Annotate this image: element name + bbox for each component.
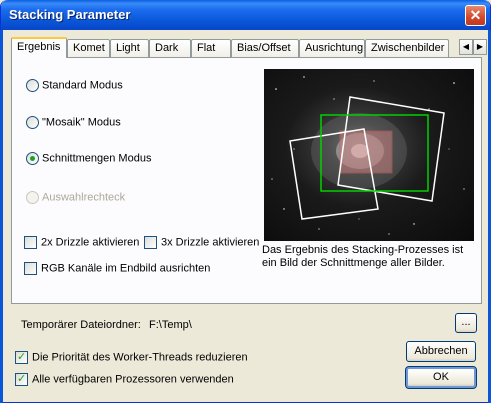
- radio-label: "Mosaik" Modus: [42, 116, 121, 129]
- radio-label: Auswahlrechteck: [42, 191, 126, 204]
- checkbox-label: 2x Drizzle aktivieren: [41, 236, 140, 249]
- radio-standard-mode[interactable]: Standard Modus: [26, 79, 123, 95]
- checkbox-box-checked[interactable]: [15, 350, 28, 364]
- title-bar: Stacking Parameter ✕: [1, 0, 490, 30]
- checkbox-box[interactable]: [24, 236, 37, 249]
- tab-light[interactable]: Light: [110, 39, 149, 57]
- radio-indicator[interactable]: [26, 79, 39, 92]
- checkbox-label: Alle verfügbaren Prozessoren verwenden: [32, 373, 234, 386]
- radio-label: Standard Modus: [42, 79, 123, 92]
- checkbox-drizzle-2x[interactable]: 2x Drizzle aktivieren: [24, 236, 139, 252]
- browse-folder-button[interactable]: ...: [455, 313, 477, 333]
- tab-komet[interactable]: Komet: [67, 39, 110, 57]
- tab-scroll-arrows: ◀ ▶: [459, 39, 487, 55]
- galaxy-frames-illustration: [271, 76, 465, 235]
- radio-intersection-mode[interactable]: Schnittmengen Modus: [26, 152, 151, 168]
- radio-selection-rectangle: Auswahlrechteck: [26, 191, 125, 207]
- tab-ergebnis[interactable]: Ergebnis: [11, 37, 67, 58]
- tab-scroll-left-icon[interactable]: ◀: [459, 39, 473, 55]
- cancel-button[interactable]: Abbrechen: [406, 341, 476, 362]
- radio-mosaic-mode[interactable]: "Mosaik" Modus: [26, 116, 121, 132]
- tab-dark[interactable]: Dark: [149, 39, 191, 57]
- checkbox-label: RGB Kanäle im Endbild ausrichten: [41, 262, 211, 275]
- tab-bias-offset[interactable]: Bias/Offset: [231, 39, 299, 57]
- tab-flat[interactable]: Flat: [191, 39, 231, 57]
- window-frame-left: [0, 30, 3, 403]
- temp-folder-path: F:\Temp\: [149, 319, 192, 331]
- checkbox-drizzle-3x[interactable]: 3x Drizzle aktivieren: [144, 236, 259, 252]
- radio-label: Schnittmengen Modus: [42, 152, 152, 165]
- checkbox-box-checked[interactable]: [15, 372, 28, 386]
- preview-description: Das Ergebnis des Stacking-Prozesses ist …: [262, 244, 464, 269]
- dialog-window: Stacking Parameter ✕ Ergebnis Komet Ligh…: [0, 0, 491, 403]
- checkbox-rgb-align[interactable]: RGB Kanäle im Endbild ausrichten: [24, 262, 210, 278]
- checkbox-use-all-processors[interactable]: Alle verfügbaren Prozessoren verwenden: [15, 372, 234, 389]
- tab-zwischenbilder[interactable]: Zwischenbilder: [365, 39, 449, 57]
- checkbox-box[interactable]: [24, 262, 37, 275]
- checkbox-box[interactable]: [144, 236, 157, 249]
- radio-indicator-disabled: [26, 191, 39, 204]
- checkbox-label: Die Priorität des Worker-Threads reduzie…: [32, 351, 248, 364]
- tab-ausrichtung[interactable]: Ausrichtung: [299, 39, 365, 57]
- window-title: Stacking Parameter: [9, 7, 131, 22]
- ok-button[interactable]: OK: [405, 366, 477, 389]
- tab-scroll-right-icon[interactable]: ▶: [473, 39, 487, 55]
- radio-indicator-selected[interactable]: [26, 152, 39, 165]
- temp-folder-label: Temporärer Dateiordner:: [21, 319, 141, 331]
- tab-panel-ergebnis: Standard Modus "Mosaik" Modus Schnittmen…: [11, 57, 482, 304]
- checkbox-label: 3x Drizzle aktivieren: [161, 236, 260, 249]
- checkbox-reduce-priority[interactable]: Die Priorität des Worker-Threads reduzie…: [15, 350, 248, 367]
- radio-indicator[interactable]: [26, 116, 39, 129]
- stacking-preview-image: [264, 69, 474, 241]
- tab-bar: Ergebnis Komet Light Dark Flat Bias/Offs…: [11, 37, 487, 58]
- close-button[interactable]: ✕: [465, 5, 486, 26]
